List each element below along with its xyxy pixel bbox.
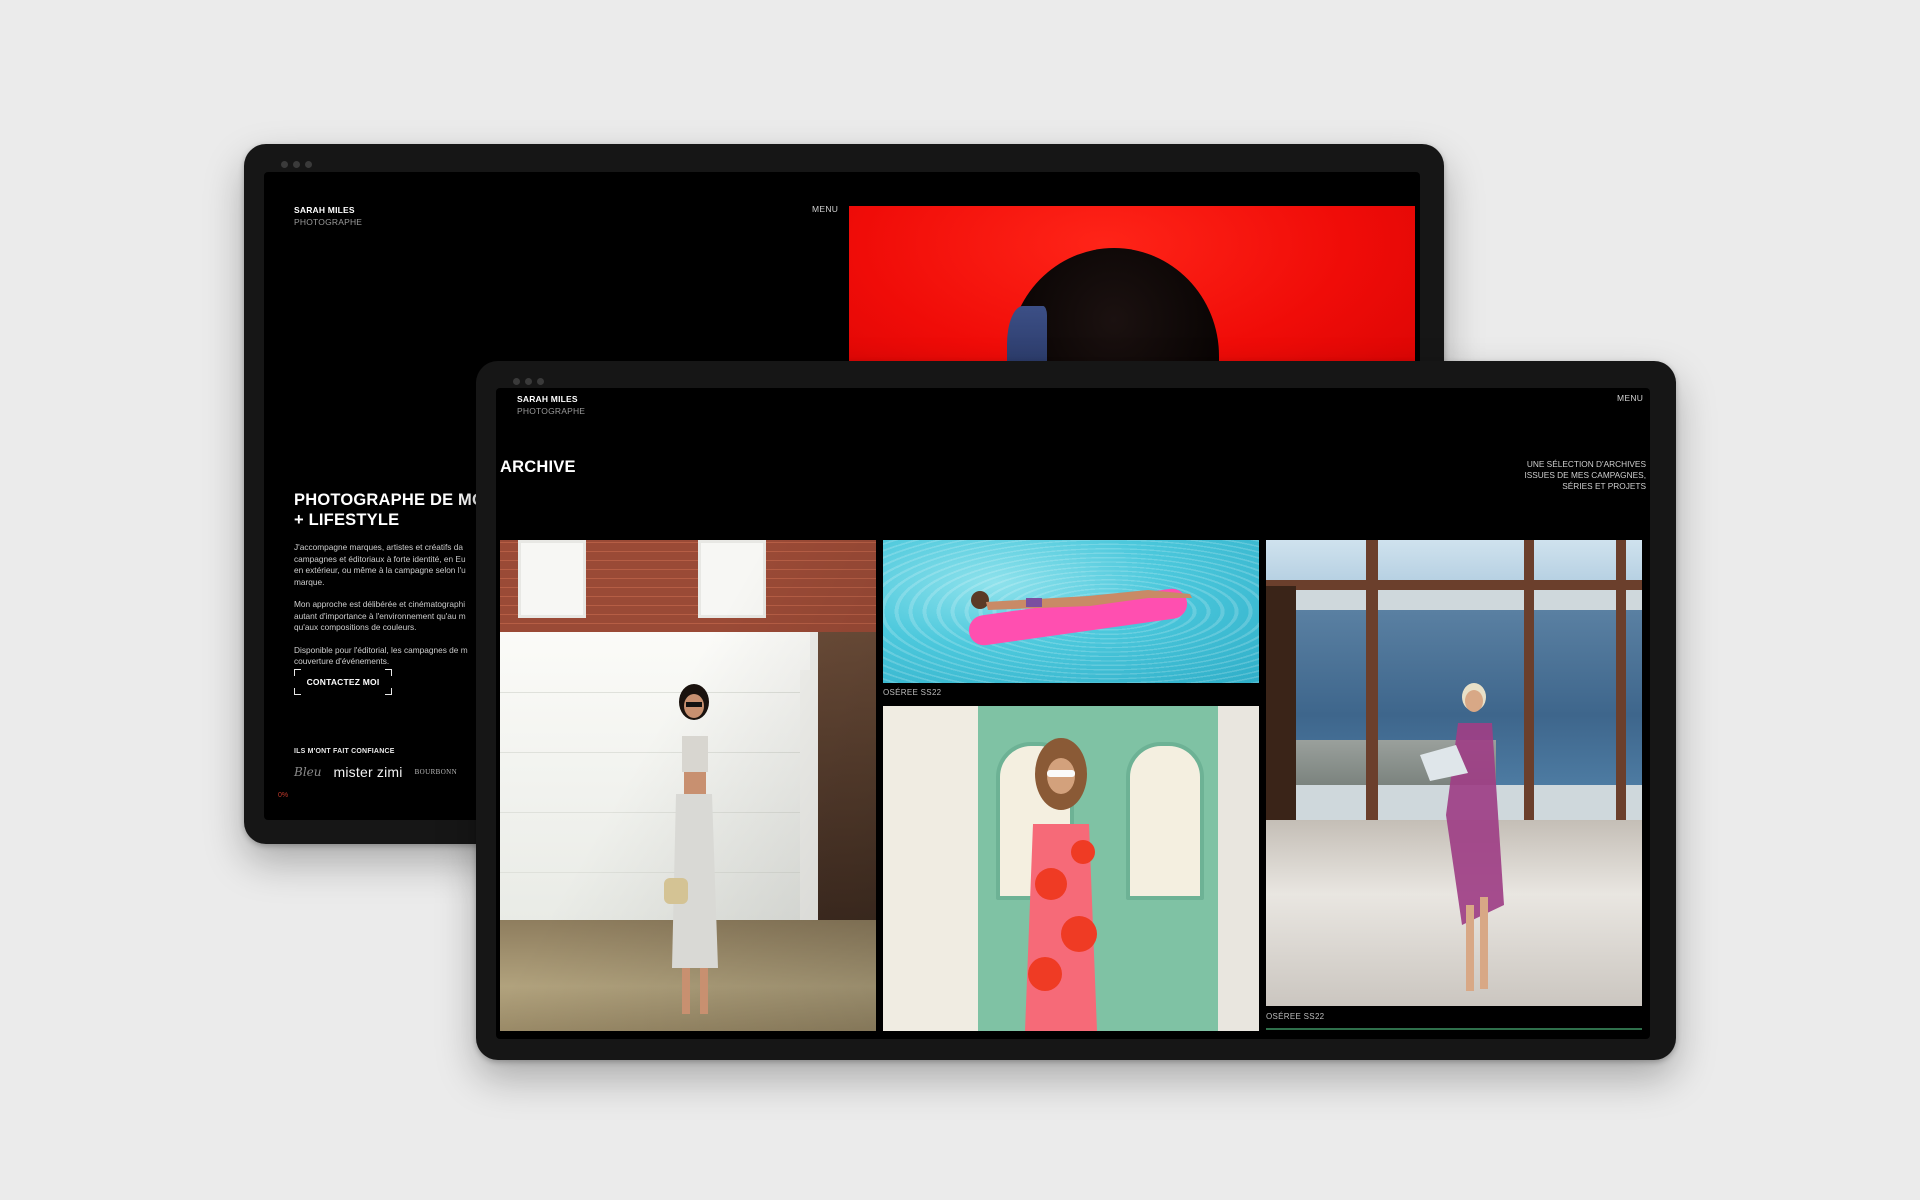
loading-progress: 0% (278, 792, 289, 799)
trust-label: ILS M'ONT FAIT CONFIANCE (294, 748, 395, 755)
client-logo: BOURBONN (414, 768, 458, 776)
brand-name: SARAH MILES (294, 205, 355, 215)
archive-photo-pool[interactable] (883, 540, 1259, 683)
photo-caption: OSÉREE SS22 (883, 688, 942, 697)
page-title: ARCHIVE (500, 458, 576, 476)
archive-description: UNE SÉLECTION D'ARCHIVES ISSUES DE MES C… (1524, 459, 1646, 491)
menu-button[interactable]: MENU (812, 204, 838, 214)
contact-button[interactable]: CONTACTEZ MOI (294, 669, 392, 695)
window-dots (513, 378, 544, 385)
contact-button-label: CONTACTEZ MOI (306, 677, 380, 687)
brand-name: SARAH MILES (517, 394, 578, 404)
brand-subtitle: PHOTOGRAPHE (517, 406, 586, 416)
caption-underline (1266, 1028, 1642, 1030)
archive-photo-seaside[interactable] (1266, 540, 1642, 1006)
brand-logo[interactable]: SARAH MILES PHOTOGRAPHE (517, 393, 585, 417)
model-figure (971, 590, 1192, 610)
archive-photo-garage[interactable] (500, 540, 876, 1031)
archive-photo-door[interactable] (883, 706, 1259, 1031)
model-figure (1025, 738, 1097, 1031)
brand-subtitle: PHOTOGRAPHE (294, 217, 363, 227)
intro-paragraph: Disponible pour l'éditorial, les campagn… (294, 644, 468, 667)
intro-text: J'accompagne marques, artistes et créati… (294, 542, 474, 679)
window-dots (281, 161, 312, 168)
screen-front: SARAH MILES PHOTOGRAPHE MENU ARCHIVE UNE… (496, 388, 1650, 1039)
client-logo: Bleu (294, 765, 322, 779)
photo-caption: OSÉREE SS22 (1266, 1012, 1325, 1021)
client-logos: Bleu mister zimi BOURBONN (294, 764, 457, 780)
brand-logo[interactable]: SARAH MILES PHOTOGRAPHE (294, 204, 362, 228)
model-figure (664, 684, 718, 1014)
hero-title: PHOTOGRAPHE DE MO + LIFESTYLE (294, 491, 486, 529)
intro-paragraph: J'accompagne marques, artistes et créati… (294, 542, 466, 587)
client-logo: mister zimi (333, 764, 403, 780)
menu-button[interactable]: MENU (1617, 393, 1643, 403)
device-front: SARAH MILES PHOTOGRAPHE MENU ARCHIVE UNE… (476, 361, 1676, 1060)
intro-paragraph: Mon approche est délibérée et cinématogr… (294, 599, 466, 632)
model-figure (1420, 683, 1504, 991)
